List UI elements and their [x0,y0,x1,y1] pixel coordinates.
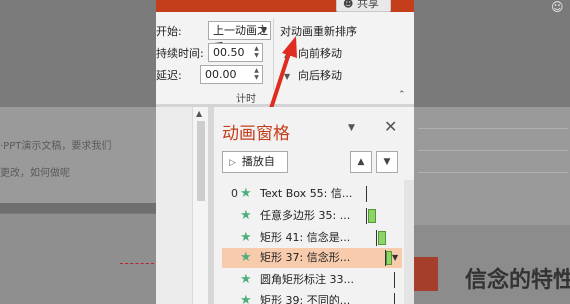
slide-thumbnail-panel [156,107,192,304]
collapse-ribbon-icon[interactable]: ⌃ [398,90,406,100]
timing-group-label: 计时 [236,94,256,105]
doc-text-line-1: ·PPT演示文稿，要求我们 [0,141,112,152]
animation-order-number: 0 [231,187,238,200]
duration-value: 00.50 [213,46,245,59]
slide-red-shape [414,257,438,291]
share-button[interactable]: ☻ 共享 [336,0,391,12]
timeline-bar[interactable] [378,231,386,245]
arrow-up-icon: ▲ [357,157,365,167]
scroll-up-icon[interactable]: ▲ [196,109,202,118]
slide-heading: 信念的特性 [465,268,570,293]
row-dropdown-icon[interactable]: ▼ [392,248,398,268]
animation-label: 任意多边形 35: ... [260,209,351,222]
animation-pane-scrollbar[interactable] [404,180,414,304]
document-rule [418,128,568,129]
move-earlier-label: 向前移动 [298,47,342,60]
animation-list-item-selected[interactable]: ★ 矩形 37: 信念形... ▼ [222,248,402,268]
timeline-marker [376,230,377,246]
animation-pane: 动画窗格 ▼ ✕ ▷ 播放自 ▲ ▼ 0 ★ Text Box 55: 信... … [214,107,414,304]
animation-list-item[interactable]: ★ 矩形 41: 信念是... [222,228,402,248]
user-account-icon[interactable]: ☺ [551,0,564,14]
delay-label: 延迟: [156,69,182,82]
start-label: 开始: [156,25,182,38]
share-label: 共享 [356,0,379,10]
doc-text-line-2: 更改，如何做呢 [0,168,70,179]
left-window-area [0,0,156,107]
delay-value: 00.00 [205,68,237,81]
timeline-marker [366,208,367,224]
thumbnail-scrollbar[interactable]: ▲ [192,107,208,304]
entrance-star-icon: ★ [240,293,252,304]
pane-title: 动画窗格 [222,124,290,144]
timeline-marker [394,272,395,288]
slide-edge [0,213,156,304]
animation-label: 矩形 41: 信念是... [260,231,351,244]
arrow-down-icon: ▼ [383,157,391,167]
red-dashed-line [120,263,154,264]
right-document-area [414,107,570,225]
document-text-area: ·PPT演示文稿，要求我们 更改，如何做呢 [0,107,156,203]
person-icon: ☻ [343,0,354,10]
timeline-bar[interactable] [368,209,376,223]
duration-stepper[interactable]: 00.50 ▲ ▼ [208,43,263,62]
delay-stepper[interactable]: 00.00 ▲ ▼ [200,65,263,84]
play-from-label: 播放自 [241,155,275,168]
timeline-marker [366,186,367,202]
entrance-star-icon: ★ [240,186,252,201]
document-rule [418,172,568,173]
animation-list-item[interactable]: ★ 矩形 39: 不同的... [222,291,402,304]
move-down-button[interactable]: ▼ [376,151,398,173]
animation-list-item[interactable]: 0 ★ Text Box 55: 信... [222,184,402,204]
animation-label: Text Box 55: 信... [260,187,353,200]
entrance-star-icon: ★ [240,230,252,245]
scrollbar-thumb[interactable] [197,121,205,201]
top-right-area [414,0,570,107]
pane-options-icon[interactable]: ▼ [348,123,355,133]
entrance-star-icon: ★ [240,272,252,287]
move-up-button[interactable]: ▲ [350,151,372,173]
animation-list-item[interactable]: ★ 圆角矩形标注 33... [222,270,402,290]
animation-label: 圆角矩形标注 33... [260,273,354,286]
animation-list-item[interactable]: ★ 任意多边形 35: ... [222,206,402,226]
animation-label: 矩形 37: 信念形... [260,251,351,264]
entrance-star-icon: ★ [240,250,252,265]
play-from-button[interactable]: ▷ 播放自 [222,151,288,173]
timeline-marker [394,293,395,304]
duration-label: 持续时间: [156,47,204,60]
entrance-star-icon: ★ [240,208,252,223]
play-icon: ▷ [229,158,236,168]
move-later-label: 向后移动 [298,69,342,82]
close-icon[interactable]: ✕ [384,117,397,136]
document-rule [418,150,568,151]
animation-label: 矩形 39: 不同的... [260,294,351,304]
